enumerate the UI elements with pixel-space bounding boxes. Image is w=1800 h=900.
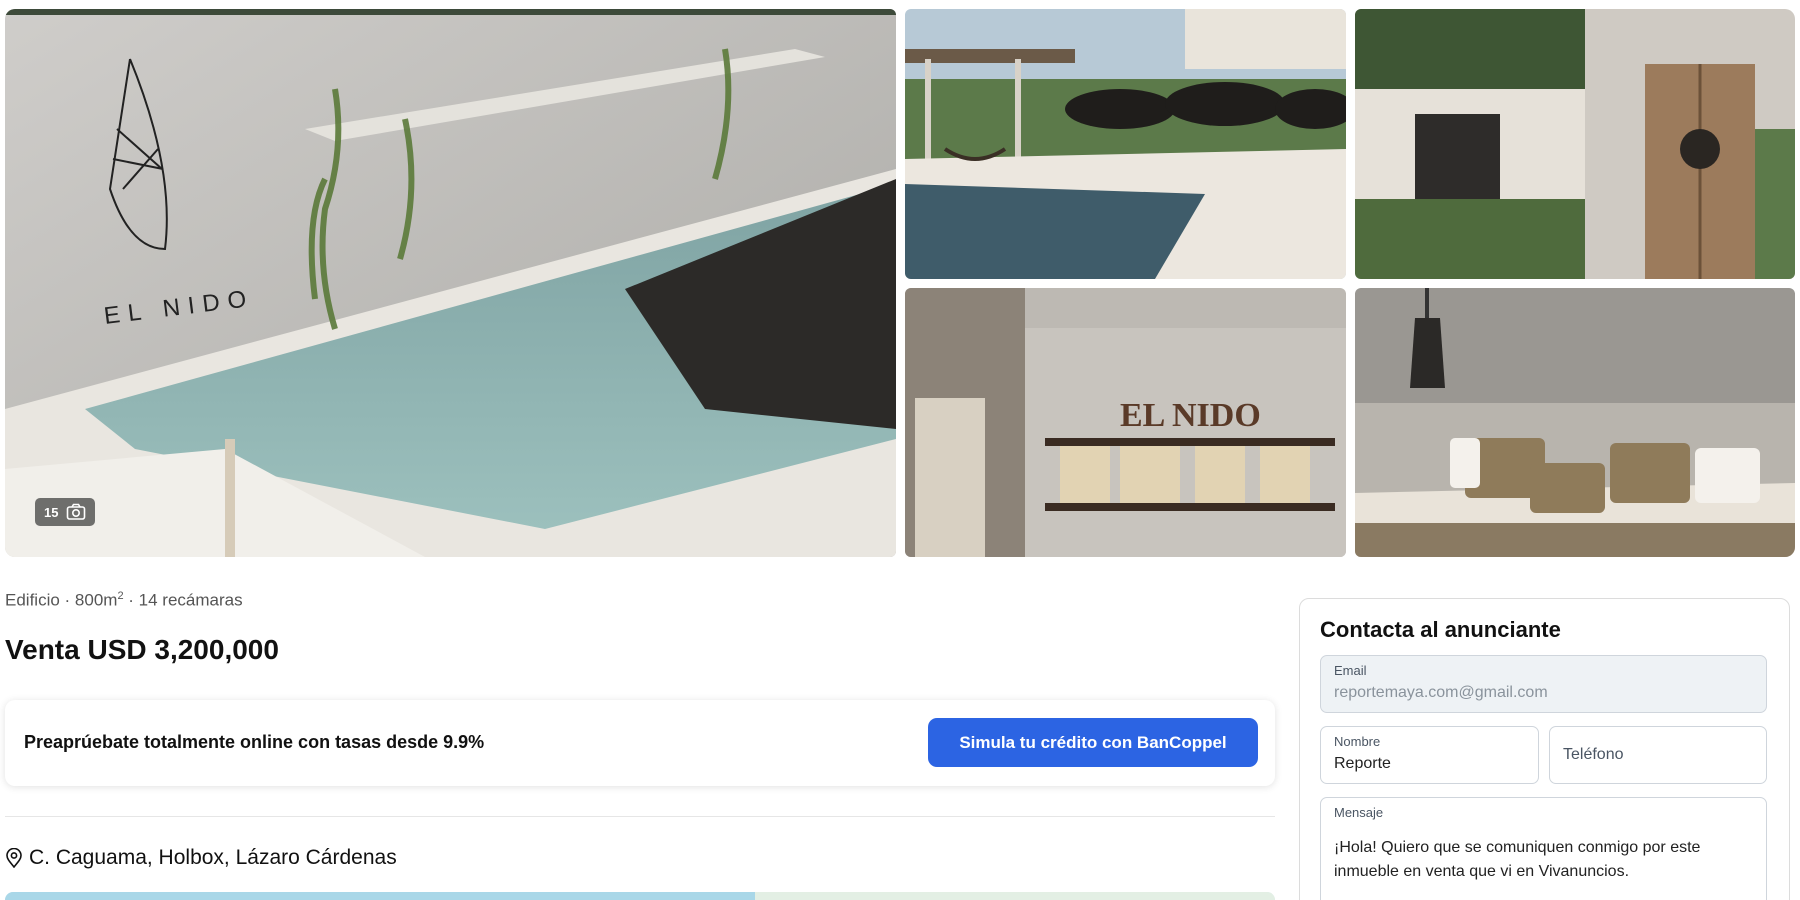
mensaje-field[interactable]: Mensaje ¡Hola! Quiero que se comuniquen …	[1320, 797, 1767, 900]
nombre-field[interactable]: Nombre	[1320, 726, 1539, 784]
section-divider	[5, 816, 1275, 817]
contact-form: Contacta al anunciante Email Nombre Telé…	[1299, 598, 1790, 900]
photo-count-badge[interactable]: 15	[35, 498, 96, 526]
pool-photo-image: EL NIDO	[5, 9, 896, 557]
address-text: C. Caguama, Holbox, Lázaro Cárdenas	[29, 846, 397, 869]
location-pin-icon	[6, 848, 22, 868]
terrace-photo[interactable]	[905, 9, 1346, 279]
main-photo[interactable]: EL NIDO 15	[5, 9, 896, 557]
svg-text:EL NIDO: EL NIDO	[1120, 397, 1261, 434]
photo-count-text: 15	[44, 504, 59, 520]
specs-prefix: Edificio · 800m	[5, 590, 118, 610]
email-field[interactable]: Email	[1320, 655, 1767, 713]
specs-suffix: · 14 recámaras	[123, 590, 243, 610]
contact-title: Contacta al anunciante	[1320, 617, 1561, 642]
telefono-placeholder: Teléfono	[1563, 746, 1624, 763]
camera-icon	[67, 503, 86, 520]
email-input[interactable]	[1334, 684, 1753, 702]
bedroom-photo[interactable]	[1355, 288, 1795, 557]
entrance-photo[interactable]	[1355, 9, 1795, 279]
bookshelf-photo-image: EL NIDO	[905, 288, 1346, 557]
simulate-credit-button[interactable]: Simula tu crédito con BanCoppel	[928, 718, 1258, 767]
credit-banner: Preaprúebate totalmente online con tasas…	[5, 700, 1275, 786]
listing-price: Venta USD 3,200,000	[5, 634, 279, 665]
terrace-photo-image	[905, 9, 1346, 279]
telefono-field[interactable]: Teléfono	[1549, 726, 1767, 784]
map-preview-image	[5, 892, 1275, 900]
map-preview[interactable]	[5, 892, 1275, 900]
bedroom-photo-image	[1355, 288, 1795, 557]
entrance-photo-image	[1355, 9, 1795, 279]
property-specs: Edificio · 800m2 · 14 recámaras	[5, 590, 243, 611]
photo-gallery: EL NIDO 15 EL NIDO	[5, 9, 1795, 557]
nombre-input[interactable]	[1334, 755, 1525, 773]
nombre-label: Nombre	[1334, 734, 1381, 749]
email-label: Email	[1334, 663, 1367, 678]
property-address: C. Caguama, Holbox, Lázaro Cárdenas	[5, 846, 397, 870]
mensaje-text[interactable]: ¡Hola! Quiero que se comuniquen conmigo …	[1334, 836, 1753, 884]
bookshelf-photo[interactable]: EL NIDO	[905, 288, 1346, 557]
mensaje-label: Mensaje	[1334, 805, 1384, 820]
credit-banner-text: Preaprúebate totalmente online con tasas…	[24, 732, 485, 752]
